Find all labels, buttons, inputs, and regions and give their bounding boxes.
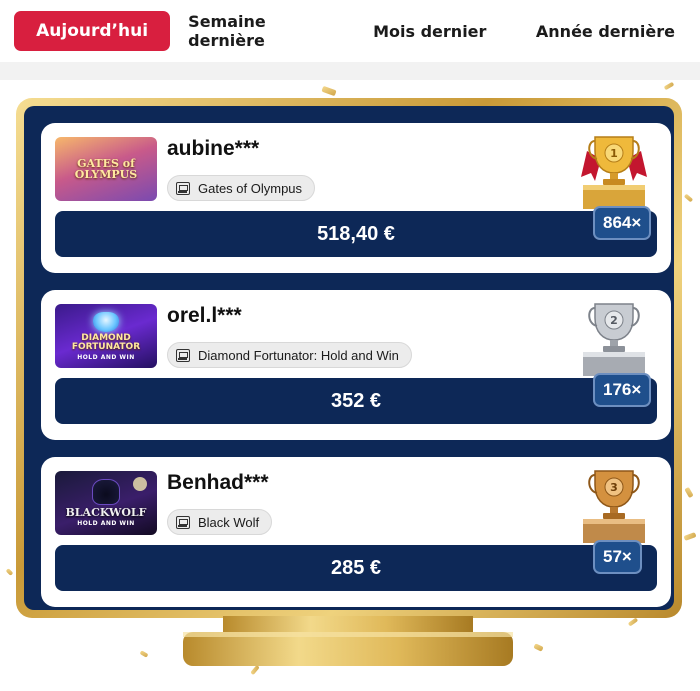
- win-amount: 518,40 €: [317, 222, 395, 245]
- trophy-rank-number: 1: [610, 147, 618, 160]
- win-amount-bar: 518,40 €: [55, 211, 657, 257]
- game-chip[interactable]: Black Wolf: [167, 509, 273, 535]
- diamond-icon: [93, 311, 119, 332]
- game-name: Black Wolf: [198, 514, 260, 530]
- confetti-piece: [684, 486, 694, 499]
- bronze-trophy-icon: 3: [583, 470, 645, 543]
- win-amount-bar: 285 €: [55, 545, 657, 591]
- win-amount-bar: 352 €: [55, 378, 657, 424]
- leaderboard-frame: GATES of OLYMPUS aubine*** Gates of Olym…: [16, 98, 682, 618]
- confetti-piece: [250, 664, 260, 676]
- confetti-piece: [533, 643, 544, 652]
- winner-username: aubine***: [167, 137, 260, 160]
- game-thumbnail-gates-of-olympus[interactable]: GATES of OLYMPUS: [55, 137, 157, 201]
- wolf-icon: [92, 479, 120, 505]
- winner-username: Benhad***: [167, 471, 269, 494]
- game-thumbnail-diamond-fortunator[interactable]: DIAMOND FORTUNATOR HOLD AND WIN: [55, 304, 157, 368]
- tabs-divider: [0, 62, 700, 80]
- confetti-piece: [663, 81, 675, 91]
- win-amount: 285 €: [330, 556, 382, 579]
- tab-last-month[interactable]: Mois dernier: [335, 11, 525, 51]
- multiplier-badge: 57×: [593, 540, 642, 574]
- confetti-piece: [139, 650, 149, 658]
- gold-trophy-icon: 1: [581, 136, 647, 209]
- winner-card-1[interactable]: GATES of OLYMPUS aubine*** Gates of Olym…: [41, 123, 671, 273]
- slot-machine-icon: [176, 181, 190, 195]
- tab-today[interactable]: Aujourd’hui: [14, 11, 171, 51]
- multiplier-badge: 176×: [593, 373, 652, 407]
- winner-card-3[interactable]: BLACKWOLF HOLD AND WIN Benhad*** Black W…: [41, 457, 671, 607]
- silver-trophy-icon: 2: [583, 303, 645, 376]
- confetti-piece: [683, 193, 694, 203]
- win-amount: 352 €: [330, 389, 382, 412]
- confetti-piece: [683, 532, 697, 541]
- period-tabs: Aujourd’hui Semaine dernière Mois dernie…: [0, 0, 700, 62]
- confetti-piece: [321, 85, 337, 97]
- game-chip[interactable]: Diamond Fortunator: Hold and Win: [167, 342, 412, 368]
- tab-last-week[interactable]: Semaine dernière: [188, 11, 334, 51]
- thumbnail-title: BLACKWOLF: [65, 506, 147, 519]
- game-thumbnail-black-wolf[interactable]: BLACKWOLF HOLD AND WIN: [55, 471, 157, 535]
- game-name: Diamond Fortunator: Hold and Win: [198, 347, 399, 363]
- tab-last-year[interactable]: Année dernière: [525, 11, 686, 51]
- thumbnail-subtitle: HOLD AND WIN: [77, 353, 135, 361]
- confetti-piece: [627, 617, 639, 627]
- game-chip[interactable]: Gates of Olympus: [167, 175, 316, 201]
- thumbnail-title: DIAMOND FORTUNATOR: [71, 332, 141, 352]
- winner-username: orel.l***: [167, 304, 242, 327]
- thumbnail-title: GATES of OLYMPUS: [74, 157, 138, 181]
- moon-icon: [133, 477, 147, 491]
- multiplier-badge: 864×: [593, 206, 652, 240]
- winner-card-2[interactable]: DIAMOND FORTUNATOR HOLD AND WIN orel.l**…: [41, 290, 671, 440]
- slot-machine-icon: [176, 515, 190, 529]
- podium-base: [183, 616, 513, 666]
- confetti-piece: [5, 568, 14, 576]
- thumbnail-subtitle: HOLD AND WIN: [77, 520, 135, 527]
- leaderboard-panel: GATES of OLYMPUS aubine*** Gates of Olym…: [24, 106, 674, 610]
- slot-machine-icon: [176, 348, 190, 362]
- trophy-rank-number: 3: [610, 481, 618, 494]
- game-name: Gates of Olympus: [198, 180, 303, 196]
- trophy-rank-number: 2: [610, 314, 618, 327]
